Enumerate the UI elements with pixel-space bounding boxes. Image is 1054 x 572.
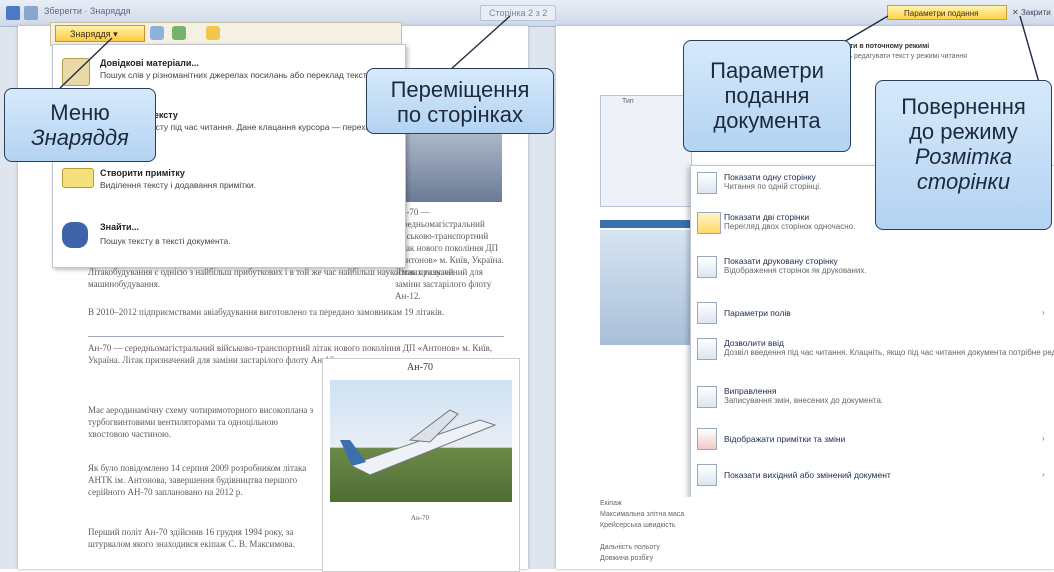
callout-return-layout: Повернення до режиму Розмітка сторінки xyxy=(875,80,1052,230)
arrow-line xyxy=(59,37,113,89)
callout-text: Розмітка xyxy=(914,144,1013,169)
callout-text: Меню xyxy=(50,100,110,125)
arrow-line xyxy=(449,15,511,71)
callout-text: Параметри xyxy=(710,58,824,83)
callout-text: по сторінках xyxy=(397,102,523,127)
callout-text: Знаряддя xyxy=(31,125,129,150)
callout-text: подання xyxy=(724,83,810,108)
callout-text: до режиму xyxy=(909,119,1018,144)
callout-text: сторінки xyxy=(916,169,1011,194)
callout-text: Переміщення xyxy=(390,77,530,102)
arrow-line xyxy=(1019,15,1041,87)
callout-text: Повернення xyxy=(901,94,1026,119)
callout-view-options: Параметри подання документа xyxy=(683,40,851,152)
callout-tools-menu: Меню Знаряддя xyxy=(4,88,156,162)
callout-text: документа xyxy=(713,108,821,133)
callout-page-navigation: Переміщення по сторінках xyxy=(366,68,554,134)
